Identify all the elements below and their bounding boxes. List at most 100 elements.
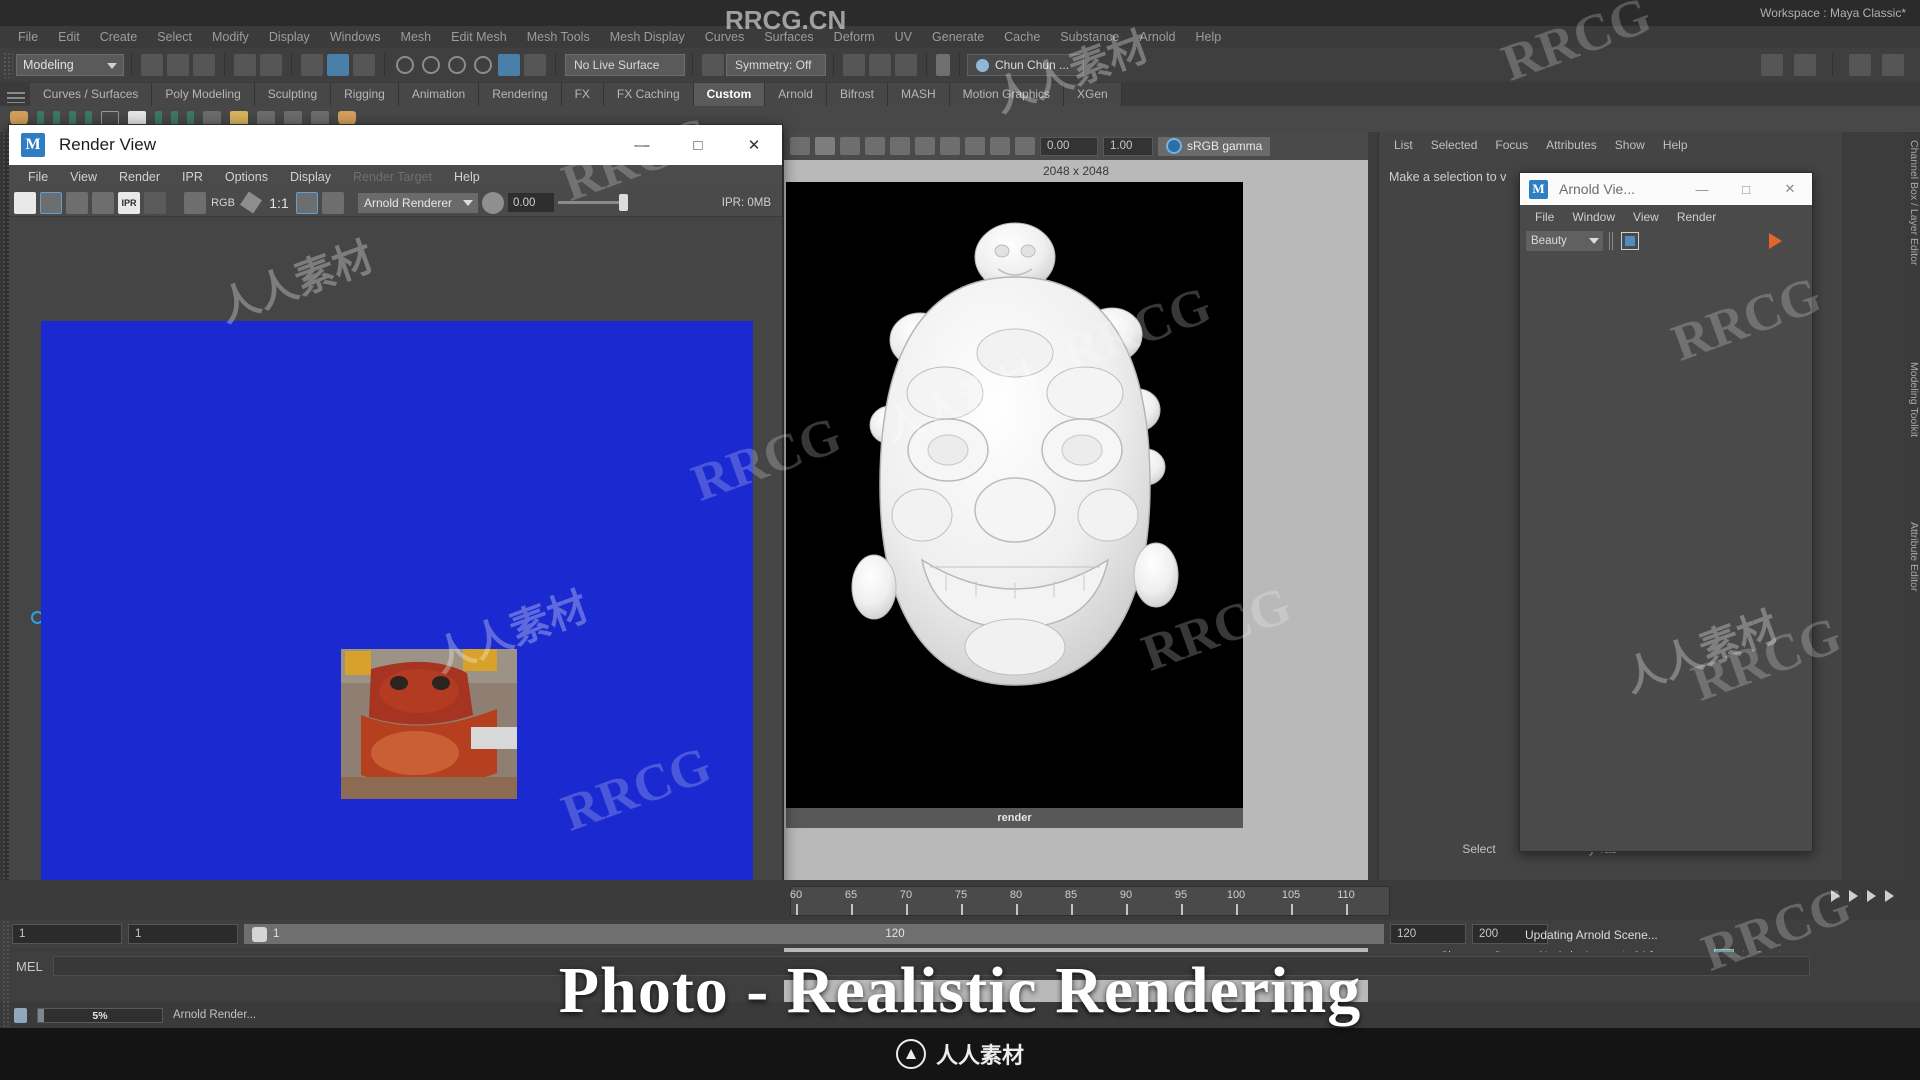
render-current-frame-icon[interactable] <box>14 191 36 214</box>
render-output-image[interactable] <box>41 321 753 909</box>
exposure-field-a[interactable]: 0.00 <box>1040 136 1098 156</box>
command-line-row[interactable]: MEL <box>0 952 1920 980</box>
rv-menu-view[interactable]: View <box>59 165 108 189</box>
attr-menu-list[interactable]: List <box>1385 136 1422 154</box>
render-settings-icon[interactable] <box>184 191 206 214</box>
menu-file[interactable]: File <box>8 26 48 48</box>
srgb-gamma-toggle[interactable]: sRGB gamma <box>1158 136 1271 156</box>
arnold-view-render-area[interactable] <box>1522 280 1812 850</box>
symmetry-field[interactable]: Symmetry: Off <box>726 54 826 76</box>
minimize-button[interactable]: — <box>614 125 670 165</box>
maximize-button[interactable]: □ <box>670 125 726 165</box>
select-object-icon[interactable] <box>327 54 349 76</box>
redo-icon[interactable] <box>260 54 282 76</box>
pause-icon[interactable] <box>936 54 950 76</box>
live-surface-field[interactable]: No Live Surface <box>565 54 685 76</box>
shelf-tab-motion-graphics[interactable]: Motion Graphics <box>949 83 1065 106</box>
snap-view-icon[interactable] <box>474 56 492 74</box>
renderer-select[interactable]: Arnold Renderer <box>358 192 478 213</box>
shelf-tab-poly-modeling[interactable]: Poly Modeling <box>152 83 255 106</box>
rgb-channel-icon[interactable]: RGB <box>210 192 236 214</box>
next-key-button[interactable] <box>1867 890 1876 902</box>
menu-mesh-tools[interactable]: Mesh Tools <box>517 26 600 48</box>
user-account-button[interactable]: Chun Chun ... <box>967 54 1085 76</box>
rv-menu-display[interactable]: Display <box>279 165 342 189</box>
menu-modify[interactable]: Modify <box>202 26 259 48</box>
select-hierarchy-icon[interactable] <box>301 54 323 76</box>
left-dock-rail[interactable] <box>2 132 11 880</box>
menu-mesh[interactable]: Mesh <box>391 26 442 48</box>
shelf-tab-xgen[interactable]: XGen <box>1064 83 1122 106</box>
shelf-tab-rigging[interactable]: Rigging <box>331 83 399 106</box>
show-hide-attribute-editor-icon[interactable] <box>1794 54 1816 76</box>
close-button[interactable]: ✕ <box>1768 173 1812 205</box>
menu-surfaces[interactable]: Surfaces <box>754 26 823 48</box>
shelf-tab-arnold[interactable]: Arnold <box>765 83 827 106</box>
menu-uv[interactable]: UV <box>885 26 922 48</box>
av-menu-window[interactable]: Window <box>1563 210 1624 224</box>
menu-display[interactable]: Display <box>259 26 320 48</box>
playback-controls[interactable] <box>1831 890 1894 902</box>
render-view-toolbar[interactable]: 0.00 1.00 sRGB gamma <box>784 132 1368 160</box>
render-settings-icon[interactable] <box>895 54 917 76</box>
snap-active-icon[interactable] <box>498 54 520 76</box>
menu-generate[interactable]: Generate <box>922 26 994 48</box>
menu-curves[interactable]: Curves <box>695 26 755 48</box>
shelf-tab-bar[interactable]: Curves / Surfaces Poly Modeling Sculptin… <box>0 82 1920 106</box>
vtab-modeling-toolkit[interactable]: Modeling Toolkit <box>1902 362 1920 437</box>
render-view-window-controls[interactable]: — □ ✕ <box>614 125 782 165</box>
vtab-channel-box[interactable]: Channel Box / Layer Editor <box>1902 140 1920 266</box>
shelf-menu-icon[interactable] <box>7 92 25 103</box>
grid-icon[interactable] <box>815 137 835 155</box>
menu-substance[interactable]: Substance <box>1050 26 1129 48</box>
anim-end-field[interactable]: 120 <box>1390 924 1466 944</box>
progress-handle-icon[interactable] <box>14 1007 27 1023</box>
aa-icon[interactable] <box>1015 137 1035 155</box>
new-scene-icon[interactable] <box>141 54 163 76</box>
time-slider[interactable]: 60 65 70 75 80 85 90 95 100 105 110 <box>0 880 1920 920</box>
wireframe-icon[interactable] <box>840 137 860 155</box>
undo-icon[interactable] <box>234 54 256 76</box>
av-menu-view[interactable]: View <box>1624 210 1668 224</box>
shelf-tab-animation[interactable]: Animation <box>398 83 480 106</box>
arnold-view-menu-bar[interactable]: File Window View Render <box>1520 205 1812 228</box>
attr-menu-selected[interactable]: Selected <box>1422 136 1487 154</box>
playback-range-bar[interactable]: 1 120 <box>244 924 1384 944</box>
av-menu-file[interactable]: File <box>1526 210 1563 224</box>
motionblur-icon[interactable] <box>990 137 1010 155</box>
arnold-view-title-bar[interactable]: M Arnold Vie... — □ ✕ <box>1520 173 1812 205</box>
crop-region-icon[interactable] <box>1621 232 1639 250</box>
rv-menu-options[interactable]: Options <box>214 165 279 189</box>
mel-label[interactable]: MEL <box>16 959 43 974</box>
ipr-render-icon[interactable] <box>869 54 891 76</box>
shelf-tab-mash[interactable]: MASH <box>888 83 950 106</box>
symmetry-icon[interactable] <box>702 54 724 76</box>
aov-select[interactable]: Beauty <box>1526 231 1603 251</box>
show-hide-channel-box-icon[interactable] <box>1761 54 1783 76</box>
toolbar-grip-icon[interactable] <box>1609 232 1615 250</box>
arnold-view-toolbar[interactable]: Beauty <box>1520 228 1812 254</box>
minimize-button[interactable]: — <box>1680 173 1724 205</box>
go-to-end-button[interactable] <box>1885 890 1894 902</box>
render-view-menu-bar[interactable]: File View Render IPR Options Display Ren… <box>9 165 782 189</box>
render-region-icon[interactable] <box>40 191 62 214</box>
render-view-title-bar[interactable]: M Render View — □ ✕ <box>9 125 782 165</box>
snap-grid-icon[interactable] <box>396 56 414 74</box>
step-forward-button[interactable] <box>1849 890 1858 902</box>
maximize-button[interactable]: □ <box>1724 173 1768 205</box>
menu-mesh-display[interactable]: Mesh Display <box>600 26 695 48</box>
range-start-field[interactable]: 1 <box>12 924 122 944</box>
exposure-slider[interactable] <box>558 194 628 211</box>
status-line-drag-handle[interactable] <box>3 52 13 78</box>
shelf-tab-curves-surfaces[interactable]: Curves / Surfaces <box>30 83 153 106</box>
time-slider-track[interactable]: 60 65 70 75 80 85 90 95 100 105 110 <box>790 886 1390 916</box>
exposure-field[interactable]: 0.00 <box>508 193 554 212</box>
camera-icon[interactable] <box>790 137 810 155</box>
shelf-tab-fx[interactable]: FX <box>561 83 604 106</box>
snap-curve-icon[interactable] <box>422 56 440 74</box>
display-real-size-icon[interactable] <box>296 191 318 214</box>
texture-icon[interactable] <box>890 137 910 155</box>
render-sequence-icon[interactable] <box>92 191 114 214</box>
rv-menu-render[interactable]: Render <box>108 165 171 189</box>
command-input[interactable] <box>52 956 1810 976</box>
